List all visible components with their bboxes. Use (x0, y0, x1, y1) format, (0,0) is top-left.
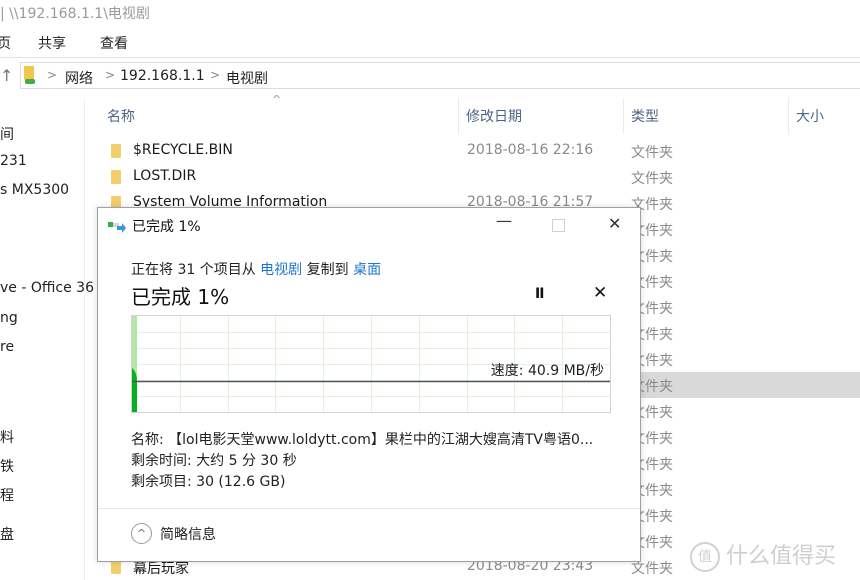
column-header-name[interactable]: 名称 (107, 106, 135, 126)
folder-icon (111, 560, 121, 574)
sort-ascending-icon: ^ (272, 93, 282, 106)
file-name: $RECYCLE.BIN (133, 142, 233, 158)
breadcrumb-ip[interactable]: 192.168.1.1 (120, 68, 205, 84)
breadcrumb-tv-series[interactable]: 电视剧 (226, 68, 268, 88)
current-file-name: 名称: 【lol电影天堂www.loldytt.com】果栏中的江湖大嫂高清TV… (131, 432, 594, 448)
breadcrumb-separator: > (47, 68, 58, 82)
ribbon-divider (0, 57, 860, 58)
sidebar-item[interactable]: ve - Office 36 (0, 280, 94, 296)
stop-button[interactable]: ✕ (593, 283, 607, 303)
watermark-logo-icon: 值 (690, 542, 720, 572)
time-remaining: 剩余时间: 大约 5 分 30 秒 (131, 453, 297, 469)
sidebar-item[interactable]: 盘 (0, 524, 14, 544)
network-folder-icon (24, 66, 34, 80)
file-row[interactable]: LOST.DIR 文件夹 (100, 164, 860, 190)
address-bar[interactable]: > 网络 > 192.168.1.1 > 电视剧 (20, 62, 860, 89)
destination-link[interactable]: 桌面 (353, 262, 381, 278)
file-type: 文件夹 (631, 171, 673, 187)
breadcrumb-network[interactable]: 网络 (65, 68, 93, 88)
column-header-size[interactable]: 大小 (796, 106, 824, 126)
sidebar-item[interactable]: ng (0, 310, 18, 326)
items-remaining: 剩余项目: 30 (12.6 GB) (131, 474, 286, 490)
network-green-arrow-icon (25, 79, 35, 84)
dialog-title: 已完成 1% (132, 219, 201, 235)
sidebar-item[interactable]: 铁 (0, 456, 14, 476)
sidebar-divider (84, 98, 85, 580)
copy-progress-dialog: 已完成 1% — ✕ 正在将 31 个项目从 电视剧 复制到 桌面 已完成 1%… (97, 207, 641, 562)
file-name: LOST.DIR (133, 168, 197, 184)
file-type: 文件夹 (631, 145, 673, 161)
up-arrow-icon[interactable]: ↑ (0, 66, 13, 85)
chevron-up-icon: ^ (131, 523, 152, 544)
dialog-footer-divider (98, 508, 640, 509)
ribbon-tab-home[interactable]: 页 (0, 33, 11, 53)
sidebar-item[interactable]: 间 (0, 124, 14, 144)
speed-label: 速度: 40.9 MB/秒 (490, 363, 604, 379)
sidebar-item[interactable]: 231 (0, 153, 27, 169)
speed-graph: 速度: 40.9 MB/秒 (131, 315, 611, 413)
progress-heading: 已完成 1% (131, 285, 230, 309)
ribbon-tab-share[interactable]: 共享 (38, 33, 66, 53)
file-row[interactable]: $RECYCLE.BIN 2018-08-16 22:16 文件夹 (100, 138, 860, 164)
watermark: 值什么值得买 (690, 538, 836, 572)
column-divider[interactable] (788, 98, 789, 134)
sidebar-item[interactable]: 程 (0, 485, 14, 505)
column-header-type[interactable]: 类型 (631, 106, 659, 126)
folder-icon (111, 170, 121, 184)
close-button[interactable]: ✕ (608, 214, 621, 233)
breadcrumb-separator: > (105, 68, 116, 82)
copy-description: 正在将 31 个项目从 电视剧 复制到 桌面 (131, 259, 381, 279)
file-date: 2018-08-16 22:16 (467, 142, 594, 158)
watermark-text: 什么值得买 (726, 544, 837, 569)
window-title-path: | \\192.168.1.1\电视剧 (0, 6, 150, 22)
sidebar-item[interactable]: 料 (0, 427, 14, 447)
source-link[interactable]: 电视剧 (260, 262, 302, 278)
column-divider[interactable] (458, 98, 459, 134)
column-header-date[interactable]: 修改日期 (466, 106, 522, 126)
minimize-button[interactable]: — (496, 211, 512, 230)
breadcrumb-separator: > (210, 68, 221, 82)
sidebar-item[interactable]: s MX5300 (0, 182, 69, 198)
column-divider[interactable] (623, 98, 624, 134)
pause-button[interactable]: II (535, 286, 544, 302)
folder-icon (111, 144, 121, 158)
maximize-button[interactable] (552, 219, 565, 232)
desc-mid: 复制到 (302, 262, 354, 278)
copy-icon (108, 222, 126, 233)
sidebar-item[interactable]: re (0, 339, 14, 355)
ribbon-tab-view[interactable]: 查看 (100, 33, 128, 53)
desc-prefix: 正在将 31 个项目从 (131, 262, 261, 278)
fewer-details-label: 简略信息 (160, 527, 216, 543)
